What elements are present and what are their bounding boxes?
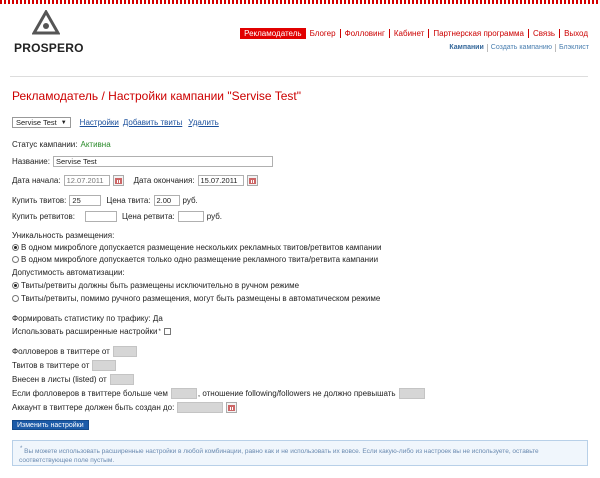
automation-option-2-label: Твиты/ретвиты, помимо ручного размещения… [21,294,381,303]
automation-heading: Допустимость автоматизации: [12,268,125,277]
brand-name: PROSPERO [14,41,84,55]
calendar-icon[interactable] [226,402,238,413]
calendar-icon[interactable] [246,175,258,186]
created-before-input[interactable] [177,402,224,413]
ratio-input[interactable] [398,388,425,399]
advanced-settings-row: Использовать расширенные настройки * [12,327,171,336]
footnote-mark: * [158,328,161,335]
nav-cabinet[interactable]: Кабинет [388,29,428,38]
buy-tweets-label: Купить твитов: [12,196,67,205]
radio-button[interactable] [12,282,19,289]
retweet-price-label: Цена ретвита: [122,212,175,221]
chevron-down-icon: ▼ [60,119,67,126]
subnav-blacklist[interactable]: Блэклист [554,44,592,52]
uniqueness-option-2-label: В одном микроблоге допускается только од… [21,255,379,264]
followers-label: Фолловеров в твиттере от [12,347,110,356]
end-date-label: Дата окончания: [133,176,195,185]
name-label: Название: [12,157,50,166]
ratio-label-a: Если фолловеров в твиттере больше чем [12,389,168,398]
save-settings-button[interactable]: Изменить настройки [12,420,89,430]
advanced-settings-label: Использовать расширенные настройки [12,327,158,336]
uniqueness-option-2[interactable]: В одном микроблоге допускается только од… [12,255,378,264]
delete-link[interactable]: Удалить [188,118,219,127]
nav-partner-program[interactable]: Партнерская программа [428,29,528,38]
ratio-row: Если фолловеров в твиттере больше чем , … [12,388,425,399]
start-date-input[interactable]: 12.07.2011 [63,175,110,186]
status-value: Активна [80,140,111,149]
followers-threshold-input[interactable] [170,388,197,399]
created-before-row: Аккаунт в твиттере должен быть создан до… [12,402,238,413]
note-text: Вы можете использовать расширенные настр… [19,448,539,465]
automation-option-2[interactable]: Твиты/ретвиты, помимо ручного размещения… [12,294,380,303]
retweet-price-currency: руб. [206,212,223,221]
traffic-stats-row: Формировать статистику по трафику: Да [12,314,163,323]
nav-advertiser[interactable]: Рекламодатель [240,28,306,39]
name-input[interactable]: Servise Test [52,156,273,167]
uniqueness-option-1-label: В одном микроблоге допускается размещени… [21,243,382,252]
nav-following[interactable]: Фолловинг [339,29,389,38]
radio-button[interactable] [12,256,19,263]
buy-retweets-label: Купить ретвитов: [12,212,76,221]
tweets-count-row: Твитов в твиттере от [12,360,117,371]
nav-logout[interactable]: Выход [559,29,592,38]
tweet-price-currency: руб. [182,196,198,205]
top-stripe [0,0,600,4]
retweet-price-input[interactable] [177,211,204,222]
sub-nav: Кампании Создать кампанию Блэклист [446,44,592,52]
nav-blogger[interactable]: Блогер [306,29,340,38]
automation-option-1[interactable]: Твиты/ретвиты должны быть размещены искл… [12,281,299,290]
tweets-count-label: Твитов в твиттере от [12,361,90,370]
followers-input[interactable] [112,346,137,357]
listed-row: Внесен в листы (listed) от [12,374,134,385]
uniqueness-heading: Уникальность размещения: [12,231,114,240]
tweet-price-label: Цена твита: [106,196,151,205]
listed-input[interactable] [109,374,134,385]
start-date-label: Дата начала: [12,176,61,185]
created-before-label: Аккаунт в твиттере должен быть создан до… [12,403,175,412]
followers-row: Фолловеров в твиттере от [12,346,137,357]
page-title: Рекламодатель / Настройки кампании "Serv… [12,89,301,103]
advanced-settings-checkbox[interactable] [163,328,171,335]
retweets-row: Купить ретвитов: Цена ретвита: руб. [12,211,222,222]
status-label: Статус кампании: [12,140,78,149]
subnav-create-campaign[interactable]: Создать кампанию [486,44,555,52]
radio-button[interactable] [12,295,19,302]
automation-label: Допустимость автоматизации: [12,268,125,277]
logo[interactable]: PROSPERO [14,10,84,56]
listed-label: Внесен в листы (listed) от [12,375,107,384]
name-row: Название: Servise Test [12,156,273,167]
end-date-input[interactable]: 15.07.2011 [197,175,244,186]
prospero-logo-icon [32,10,60,35]
settings-link[interactable]: Настройки [80,118,119,127]
campaign-select[interactable]: Servise Test ▼ [12,117,71,128]
uniqueness-option-1[interactable]: В одном микроблоге допускается размещени… [12,243,381,252]
dates-row: Дата начала: 12.07.2011 Дата окончания: … [12,175,258,186]
header-divider [10,76,588,77]
tweets-row: Купить твитов: 25 Цена твита: 2.00 руб. [12,195,198,206]
buy-retweets-input[interactable] [85,211,118,222]
add-tweets-link[interactable]: Добавить твиты [123,118,182,127]
ratio-label-b: , отношение following/followers не должн… [197,389,396,398]
campaign-toolbar: Servise Test ▼ Настройки Добавить твиты … [12,117,219,128]
traffic-stats-text: Формировать статистику по трафику: Да [12,314,163,323]
automation-option-1-label: Твиты/ретвиты должны быть размещены искл… [21,281,300,290]
subnav-campaigns[interactable]: Кампании [446,44,486,52]
radio-button[interactable] [12,244,19,251]
campaign-select-value: Servise Test [16,118,57,127]
tweet-price-input[interactable]: 2.00 [153,195,180,206]
campaign-status: Статус кампании: Активна [12,140,111,149]
buy-tweets-input[interactable]: 25 [69,195,102,206]
note-footnote-mark: * [20,446,23,452]
tweets-count-input[interactable] [92,360,117,371]
calendar-icon[interactable] [112,175,124,186]
uniqueness-label: Уникальность размещения: [12,231,115,240]
nav-contact[interactable]: Связь [527,29,559,38]
advanced-settings-note: * Вы можете использовать расширенные нас… [12,440,588,466]
main-nav: Рекламодатель Блогер Фолловинг Кабинет П… [240,28,592,39]
